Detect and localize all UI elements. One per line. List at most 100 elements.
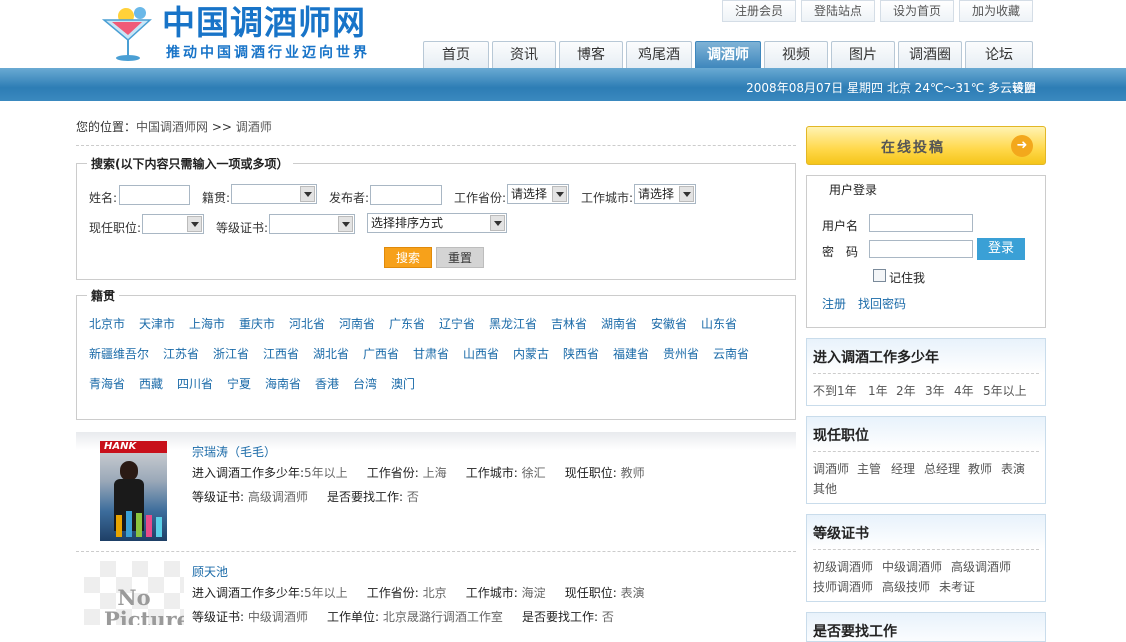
position-filter-item[interactable]: 主管 (857, 460, 881, 477)
sort-select[interactable]: 选择排序方式 (367, 213, 507, 233)
native-place-link[interactable]: 广西省 (363, 345, 399, 362)
years-filter-item[interactable]: 4年 (954, 382, 974, 399)
native-place-link[interactable]: 河南省 (339, 315, 375, 332)
nav-tab-bartender[interactable]: 调酒师 (695, 41, 761, 68)
native-place-link[interactable]: 安徽省 (651, 315, 687, 332)
position-filter-item[interactable]: 总经理 (924, 460, 960, 477)
native-place-link[interactable]: 江西省 (263, 345, 299, 362)
position-filter-item[interactable]: 教师 (968, 460, 992, 477)
native-place-link[interactable]: 山东省 (701, 315, 737, 332)
city-select[interactable]: 请选择 (634, 184, 696, 204)
nav-tab-cocktail[interactable]: 鸡尾酒 (626, 41, 692, 68)
years-filter-item[interactable]: 5年以上 (983, 382, 1027, 399)
cert-filter-item[interactable]: 高级技师 (882, 578, 930, 595)
native-place-link[interactable]: 湖南省 (601, 315, 637, 332)
native-place-link[interactable]: 广东省 (389, 315, 425, 332)
years-filter-item[interactable]: 不到1年 (813, 382, 857, 399)
position-filter-item[interactable]: 其他 (813, 480, 837, 497)
site-logo[interactable]: 中国调酒师网 推动中国调酒行业迈向世界 (100, 0, 400, 64)
result-name-link[interactable]: 宗瑞涛（毛毛） (192, 443, 276, 460)
set-homepage-link[interactable]: 设为首页 (880, 0, 954, 22)
register-link[interactable]: 注册 (822, 295, 846, 312)
position-filter-item[interactable]: 经理 (891, 460, 915, 477)
nav-tab-home[interactable]: 首页 (423, 41, 489, 68)
native-place-link[interactable]: 河北省 (289, 315, 325, 332)
native-place-link[interactable]: 宁夏 (227, 375, 251, 392)
position-select[interactable] (142, 214, 204, 234)
breadcrumb-home-link[interactable]: 中国调酒师网 (136, 120, 208, 134)
nav-tab-news[interactable]: 资讯 (492, 41, 556, 68)
cert-filter-item[interactable]: 中级调酒师 (882, 558, 942, 575)
native-place-link[interactable]: 海南省 (265, 375, 301, 392)
native-place-link[interactable]: 山西省 (463, 345, 499, 362)
native-place-link[interactable]: 黑龙江省 (489, 315, 537, 332)
nav-tab-video[interactable]: 视频 (764, 41, 828, 68)
years-value: 5年以上 (304, 466, 348, 480)
province-label: 工作省份: (454, 191, 507, 205)
nav-tab-pictures[interactable]: 图片 (831, 41, 895, 68)
cert-select[interactable] (269, 214, 355, 234)
password-input[interactable] (869, 240, 973, 258)
cert-filter-item[interactable]: 初级调酒师 (813, 558, 873, 575)
native-place-link[interactable]: 吉林省 (551, 315, 587, 332)
native-place-link[interactable]: 内蒙古 (513, 345, 549, 362)
cert-filter-item[interactable]: 未考证 (939, 578, 975, 595)
native-place-link[interactable]: 云南省 (713, 345, 749, 362)
native-place-link[interactable]: 甘肃省 (413, 345, 449, 362)
no-picture-placeholder[interactable]: No Picture (84, 561, 184, 625)
remember-checkbox[interactable] (873, 269, 886, 282)
native-place-link[interactable]: 北京市 (89, 315, 125, 332)
native-place-link[interactable]: 重庆市 (239, 315, 275, 332)
native-place-link[interactable]: 青海省 (89, 375, 125, 392)
position-filter-item[interactable]: 表演 (1001, 460, 1025, 477)
native-place-link[interactable]: 澳门 (391, 375, 415, 392)
native-place-link[interactable]: 福建省 (613, 345, 649, 362)
native-place-link[interactable]: 西藏 (139, 375, 163, 392)
result-name-link[interactable]: 顾天池 (192, 563, 228, 580)
native-select[interactable] (231, 184, 317, 204)
native-place-link[interactable]: 浙江省 (213, 345, 249, 362)
position-filter-box: 现任职位 调酒师 主管 经理 总经理 教师 表演 其他 (806, 416, 1046, 504)
search-button[interactable]: 搜索 (384, 247, 432, 268)
native-place-link[interactable]: 台湾 (353, 375, 377, 392)
add-favorite-link[interactable]: 加为收藏 (959, 0, 1033, 22)
native-place-link[interactable]: 湖北省 (313, 345, 349, 362)
forgot-password-link[interactable]: 找回密码 (858, 295, 906, 312)
province-select[interactable]: 请选择 (507, 184, 569, 204)
native-place-link[interactable]: 贵州省 (663, 345, 699, 362)
chevron-down-icon (552, 186, 567, 202)
native-place-link[interactable]: 新疆维吾尔 (89, 345, 149, 362)
native-place-link[interactable]: 陕西省 (563, 345, 599, 362)
nav-tab-forum[interactable]: 论坛 (965, 41, 1033, 68)
cert-filter-item[interactable]: 技师调酒师 (813, 578, 873, 595)
nav-tab-circle[interactable]: 调酒圈 (898, 41, 962, 68)
native-place-link[interactable]: 辽宁省 (439, 315, 475, 332)
publisher-input[interactable] (370, 185, 442, 205)
native-place-link[interactable]: 天津市 (139, 315, 175, 332)
city-select-value: 请选择 (638, 187, 675, 201)
city-label: 工作城市: (465, 586, 518, 600)
logo-title: 中国调酒师网 (162, 3, 366, 42)
nav-tab-blog[interactable]: 博客 (559, 41, 623, 68)
native-place-link[interactable]: 上海市 (189, 315, 225, 332)
register-member-link[interactable]: 注册会员 (722, 0, 796, 22)
login-site-link[interactable]: 登陆站点 (801, 0, 875, 22)
years-filter-item[interactable]: 3年 (925, 382, 945, 399)
native-place-link[interactable]: 香港 (315, 375, 339, 392)
job-seeking-filter-title: 是否要找工作 (813, 624, 897, 640)
reset-button[interactable]: 重置 (436, 247, 484, 268)
cert-filter-item[interactable]: 高级调酒师 (951, 558, 1011, 575)
native-place-link[interactable]: 江苏省 (163, 345, 199, 362)
years-filter-item[interactable]: 2年 (896, 382, 916, 399)
username-input[interactable] (869, 214, 973, 232)
breadcrumb-current[interactable]: 调酒师 (236, 120, 272, 134)
weather-setting-link[interactable]: 设置 (1012, 79, 1036, 96)
position-filter-item[interactable]: 调酒师 (813, 460, 849, 477)
name-input[interactable] (119, 185, 190, 205)
years-filter-item[interactable]: 1年 (868, 382, 888, 399)
native-place-link[interactable]: 四川省 (177, 375, 213, 392)
divider (813, 451, 1039, 452)
online-submit-button[interactable]: 在线投稿 ➜ (806, 126, 1046, 165)
bartender-photo[interactable]: HANK (100, 441, 167, 541)
login-button[interactable]: 登录 (977, 238, 1025, 260)
